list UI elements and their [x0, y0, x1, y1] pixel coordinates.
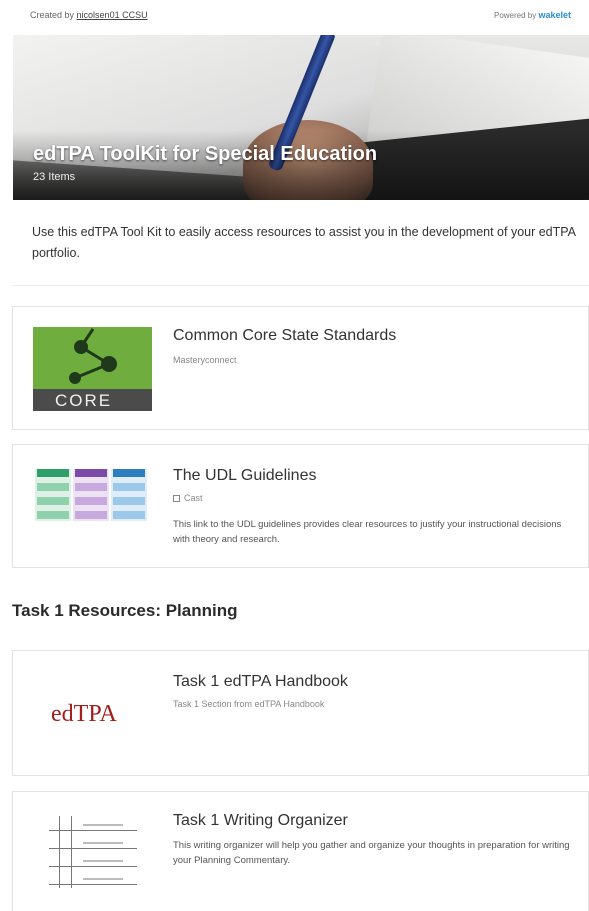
card-title[interactable]: Task 1 Writing Organizer [173, 812, 348, 830]
organizer-text-line [83, 860, 123, 862]
udl-column [73, 469, 109, 521]
udl-row [37, 511, 69, 519]
organizer-line [49, 866, 137, 867]
hero-banner: edTPA ToolKit for Special Education 23 I… [13, 35, 589, 200]
card-title[interactable]: Task 1 edTPA Handbook [173, 673, 348, 691]
udl-row [113, 469, 145, 477]
collection-description: Use this edTPA Tool Kit to easily access… [32, 225, 576, 260]
udl-row [113, 511, 145, 519]
core-label: CORE [55, 391, 113, 410]
core-network-icon [74, 328, 110, 380]
created-by: Created by nicolsen01 CCSU [30, 10, 148, 20]
core-label-bar: CORE [33, 389, 152, 411]
organizer-line [49, 830, 137, 831]
card-title[interactable]: Common Core State Standards [173, 327, 396, 345]
udl-row [113, 497, 145, 505]
card-title[interactable]: The UDL Guidelines [173, 467, 316, 485]
udl-row [37, 483, 69, 491]
divider [12, 285, 589, 286]
card-task1-handbook[interactable]: edTPA Task 1 edTPA Handbook Task 1 Secti… [12, 650, 589, 776]
powered-by: Powered by wakelet [494, 10, 571, 20]
udl-thumbnail [33, 465, 149, 525]
udl-row [113, 483, 145, 491]
card-source: Cast [173, 493, 203, 503]
card-description: This writing organizer will help you gat… [173, 840, 570, 866]
card-common-core[interactable]: CORE Common Core State Standards Mastery… [12, 306, 589, 430]
organizer-line [49, 884, 137, 885]
brand-logo-link[interactable]: wakelet [538, 10, 571, 20]
document-icon [173, 495, 180, 502]
edtpa-logo-text: edTPA [51, 701, 117, 727]
organizer-text-line [83, 878, 123, 880]
udl-column [111, 469, 147, 521]
udl-row [37, 497, 69, 505]
organizer-text-line [83, 842, 123, 844]
organizer-line [71, 816, 72, 888]
organizer-line [49, 848, 137, 849]
edtpa-logo: edTPA [51, 701, 117, 728]
card-description: This link to the UDL guidelines provides… [173, 519, 562, 545]
created-by-prefix: Created by [30, 10, 75, 20]
card-task1-writing-organizer[interactable]: Task 1 Writing Organizer This writing or… [12, 791, 589, 911]
card-udl-guidelines[interactable]: The UDL Guidelines Cast This link to the… [12, 444, 589, 568]
card-source: Task 1 Section from edTPA Handbook [173, 699, 325, 709]
core-thumbnail: CORE [33, 327, 152, 411]
section-title: Task 1 Resources: Planning [12, 601, 238, 620]
top-bar: Created by nicolsen01 CCSU Powered by wa… [0, 0, 589, 34]
collection-title: edTPA ToolKit for Special Education [33, 143, 378, 165]
organizer-line [59, 816, 60, 888]
udl-row [37, 469, 69, 477]
udl-row [75, 483, 107, 491]
udl-row [75, 497, 107, 505]
item-count: 23 Items [33, 171, 76, 183]
card-source: Masteryconnect [173, 355, 237, 365]
udl-column [35, 469, 71, 521]
powered-by-prefix: Powered by [493, 11, 537, 20]
organizer-thumbnail [49, 810, 137, 890]
organizer-text-line [83, 824, 123, 826]
author-link[interactable]: nicolsen01 CCSU [77, 10, 148, 20]
card-source-label: Cast [184, 493, 203, 503]
udl-row [75, 511, 107, 519]
udl-row [75, 469, 107, 477]
